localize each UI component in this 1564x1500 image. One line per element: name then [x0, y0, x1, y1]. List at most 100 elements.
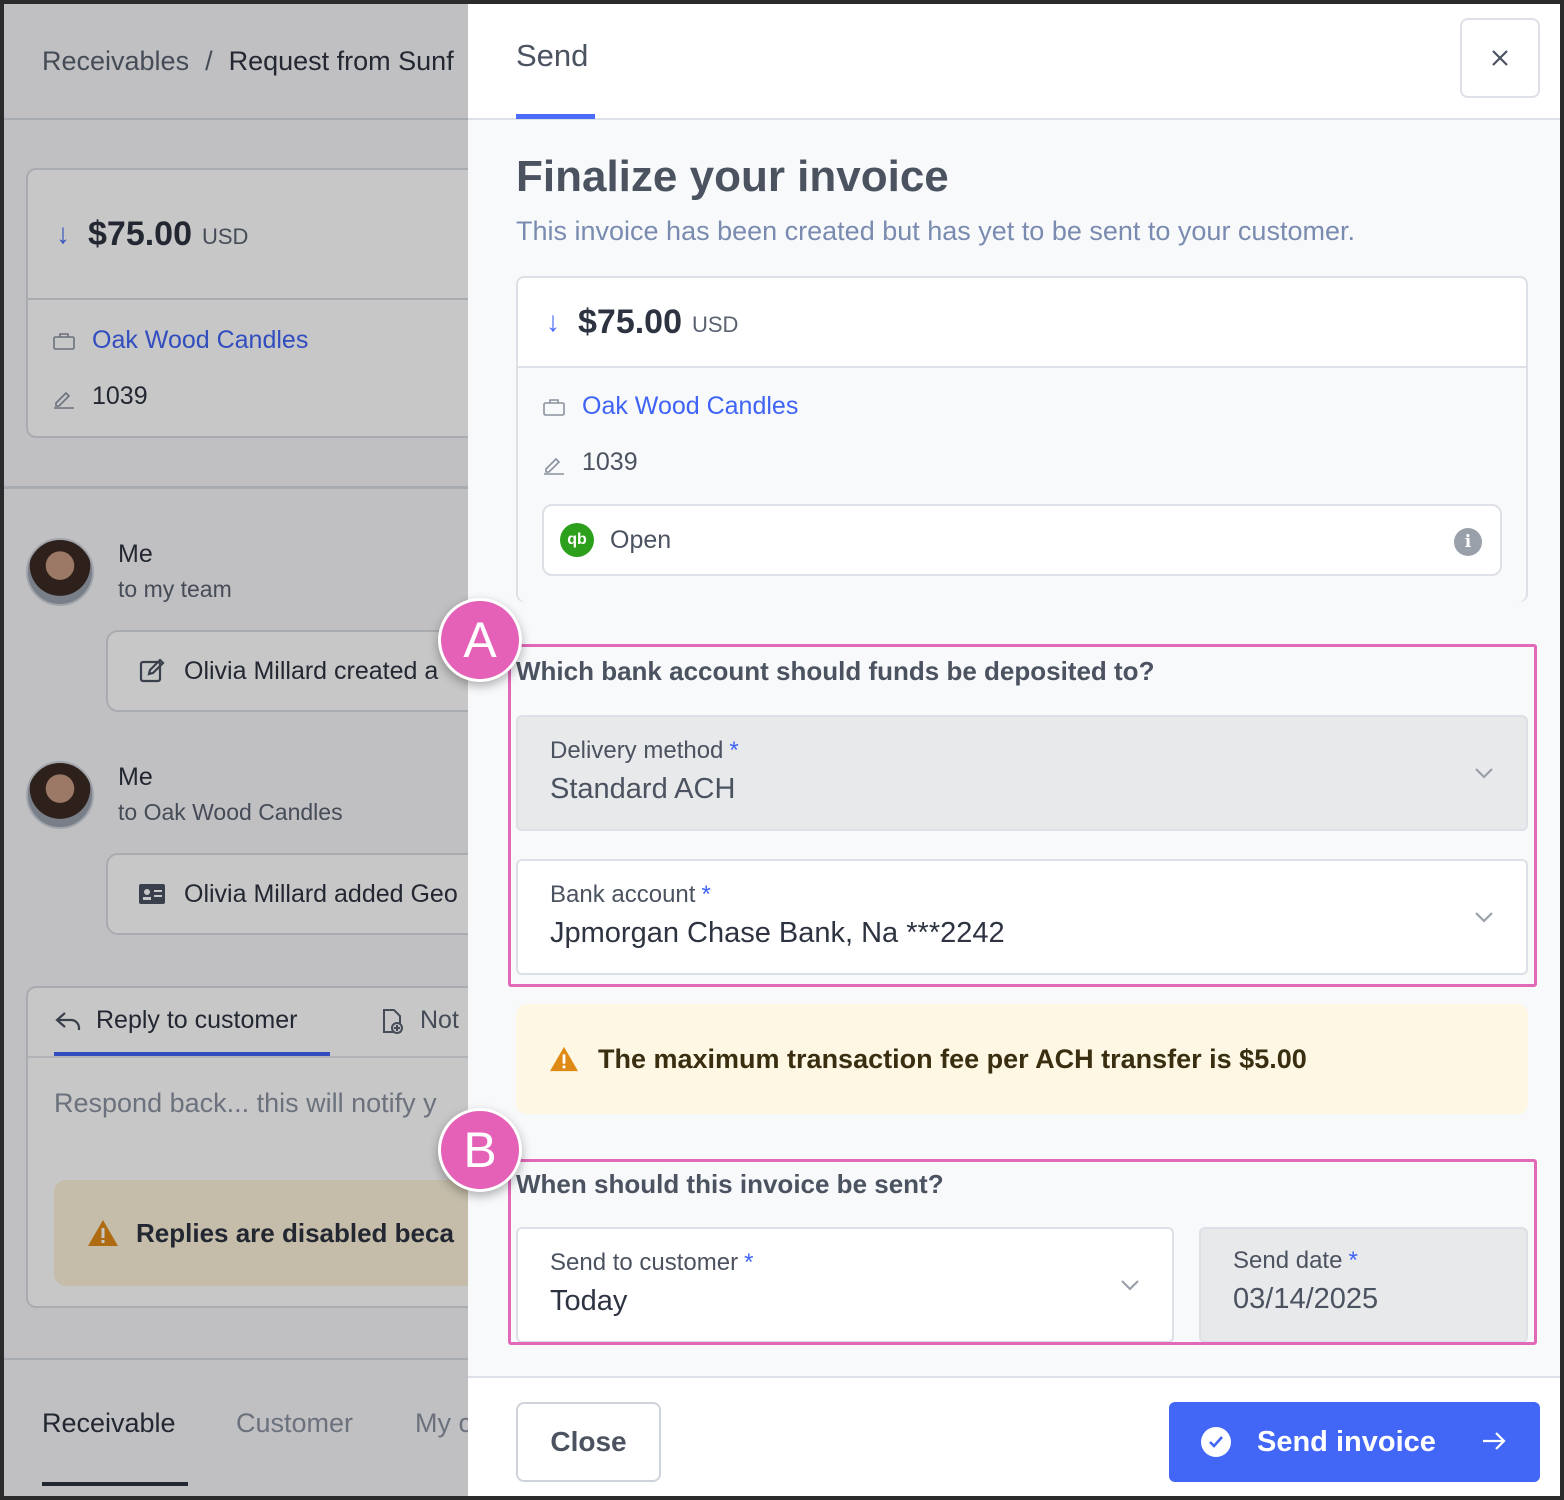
required-marker: * [701, 881, 711, 908]
reply-card: Reply to customer Not Respond back... th… [26, 986, 468, 1308]
panel-header: Send [468, 4, 1560, 120]
avatar [26, 761, 94, 829]
chevron-down-icon [1121, 1280, 1139, 1291]
avatar [26, 538, 94, 606]
amount-row: ↓ $75.00 USD [518, 278, 1526, 368]
tab-my[interactable]: My c [415, 1408, 468, 1439]
invoice-number: 1039 [582, 448, 638, 476]
active-tab-indicator [42, 1482, 188, 1486]
close-icon [1492, 50, 1508, 66]
feed-event: Olivia Millard created a [106, 630, 468, 712]
divider [4, 486, 468, 489]
customer-row: Oak Wood Candles [542, 392, 798, 421]
pencil-icon [52, 387, 76, 409]
briefcase-icon [542, 397, 566, 417]
note-add-icon [383, 1008, 403, 1034]
active-tab-indicator [516, 114, 595, 119]
send-invoice-label: Send invoice [1257, 1425, 1436, 1458]
replies-disabled-warning: Replies are disabled beca [54, 1180, 468, 1286]
sync-status: Open [610, 525, 672, 554]
delivery-method-select: Delivery method * Standard ACH [516, 715, 1528, 831]
tab-note[interactable]: Not [378, 1006, 459, 1035]
feed-author: Me [118, 763, 153, 791]
annotation-badge-a: A [438, 598, 522, 682]
send-to-customer-select[interactable]: Send to customer * Today [516, 1227, 1174, 1343]
tab-customer[interactable]: Customer [236, 1408, 353, 1439]
bottom-tabs: Receivable Customer My c [4, 1358, 468, 1496]
amount: $75.00 [578, 302, 682, 341]
field-label: Bank account * [550, 881, 711, 908]
tab-label: Not [420, 1006, 459, 1034]
invoice-number-row: 1039 [542, 448, 638, 477]
panel-footer: Close Send invoice [468, 1376, 1560, 1496]
breadcrumb-root[interactable]: Receivables [42, 46, 189, 77]
tab-reply-to-customer[interactable]: Reply to customer [54, 1006, 297, 1035]
customer-link[interactable]: Oak Wood Candles [92, 326, 308, 355]
accounting-sync-status: qb Open i [542, 504, 1502, 576]
tab-label: Reply to customer [96, 1006, 298, 1034]
summary-card: ↓ $75.00 USD Oak Wood Candles 1039 [26, 168, 468, 438]
divider [28, 1056, 468, 1058]
edit-icon [138, 657, 166, 685]
feed-event: Olivia Millard added Geo [106, 853, 468, 935]
warning-icon [88, 1220, 118, 1246]
amount: $75.00 [88, 214, 192, 253]
field-value: Standard ACH [550, 773, 736, 805]
field-label: Delivery method * [550, 737, 739, 764]
required-marker: * [744, 1249, 754, 1276]
chevron-down-icon [1475, 768, 1493, 779]
breadcrumb: Receivables / Request from Sunf [4, 4, 468, 120]
required-marker: * [1348, 1247, 1358, 1274]
field-label: Send date * [1233, 1247, 1358, 1274]
invoice-number: 1039 [92, 382, 148, 410]
customer-row: Oak Wood Candles [52, 326, 308, 355]
send-invoice-button[interactable]: Send invoice [1169, 1402, 1540, 1482]
invoice-summary-card: ↓ $75.00 USD Oak Wood Candles 1039 qb Op… [516, 276, 1528, 602]
reply-input[interactable]: Respond back... this will notify y [54, 1088, 437, 1119]
chevron-down-icon [1475, 912, 1493, 923]
required-marker: * [729, 737, 739, 764]
feed-author: Me [118, 540, 153, 568]
tab-send[interactable]: Send [516, 38, 588, 74]
breadcrumb-current: Request from Sunf [228, 45, 454, 76]
quickbooks-icon: qb [560, 523, 594, 557]
fee-warning-text: The maximum transaction fee per ACH tran… [598, 1043, 1307, 1074]
feed-audience: to my team [118, 576, 232, 602]
customer-link[interactable]: Oak Wood Candles [582, 392, 798, 421]
field-value: Today [550, 1285, 628, 1317]
send-date-field: Send date * 03/14/2025 [1199, 1227, 1528, 1343]
invoice-details: Oak Wood Candles 1039 qb Open i [518, 368, 1526, 602]
close-button[interactable]: Close [516, 1402, 661, 1482]
warning-text: Replies are disabled beca [136, 1217, 454, 1248]
arrow-right-icon [1480, 1427, 1508, 1455]
arrow-down-icon: ↓ [56, 218, 70, 249]
page-title: Finalize your invoice [516, 152, 949, 201]
feed-event-text: Olivia Millard created a [184, 656, 439, 685]
briefcase-icon [52, 331, 76, 351]
close-button[interactable] [1460, 18, 1540, 98]
bank-account-select[interactable]: Bank account * Jpmorgan Chase Bank, Na **… [516, 859, 1528, 975]
field-label: Send to customer * [550, 1249, 754, 1276]
warning-icon [548, 1045, 580, 1073]
fee-warning-banner: The maximum transaction fee per ACH tran… [516, 1004, 1528, 1114]
send-invoice-panel: Send Finalize your invoice This invoice … [438, 4, 1560, 1496]
id-card-icon [138, 883, 166, 905]
background-page: Receivables / Request from Sunf ↓ $75.00… [4, 4, 468, 1496]
info-icon[interactable]: i [1454, 528, 1482, 556]
annotation-badge-b: B [438, 1108, 522, 1192]
invoice-number-row: 1039 [52, 382, 148, 411]
currency: USD [202, 224, 249, 249]
page-subtitle: This invoice has been created but has ye… [516, 216, 1355, 246]
field-value: Jpmorgan Chase Bank, Na ***2242 [550, 917, 1005, 949]
bank-account-question: Which bank account should funds be depos… [516, 656, 1155, 686]
amount-row: ↓ $75.00 USD [28, 170, 468, 300]
tab-receivable[interactable]: Receivable [42, 1408, 176, 1439]
pencil-icon [542, 453, 566, 475]
currency: USD [692, 312, 739, 337]
field-value: 03/14/2025 [1233, 1283, 1379, 1315]
feed-audience: to Oak Wood Candles [118, 799, 343, 825]
arrow-down-icon: ↓ [546, 306, 560, 337]
feed-event-text: Olivia Millard added Geo [184, 879, 458, 908]
check-circle-icon [1201, 1427, 1231, 1457]
breadcrumb-separator: / [205, 45, 213, 76]
